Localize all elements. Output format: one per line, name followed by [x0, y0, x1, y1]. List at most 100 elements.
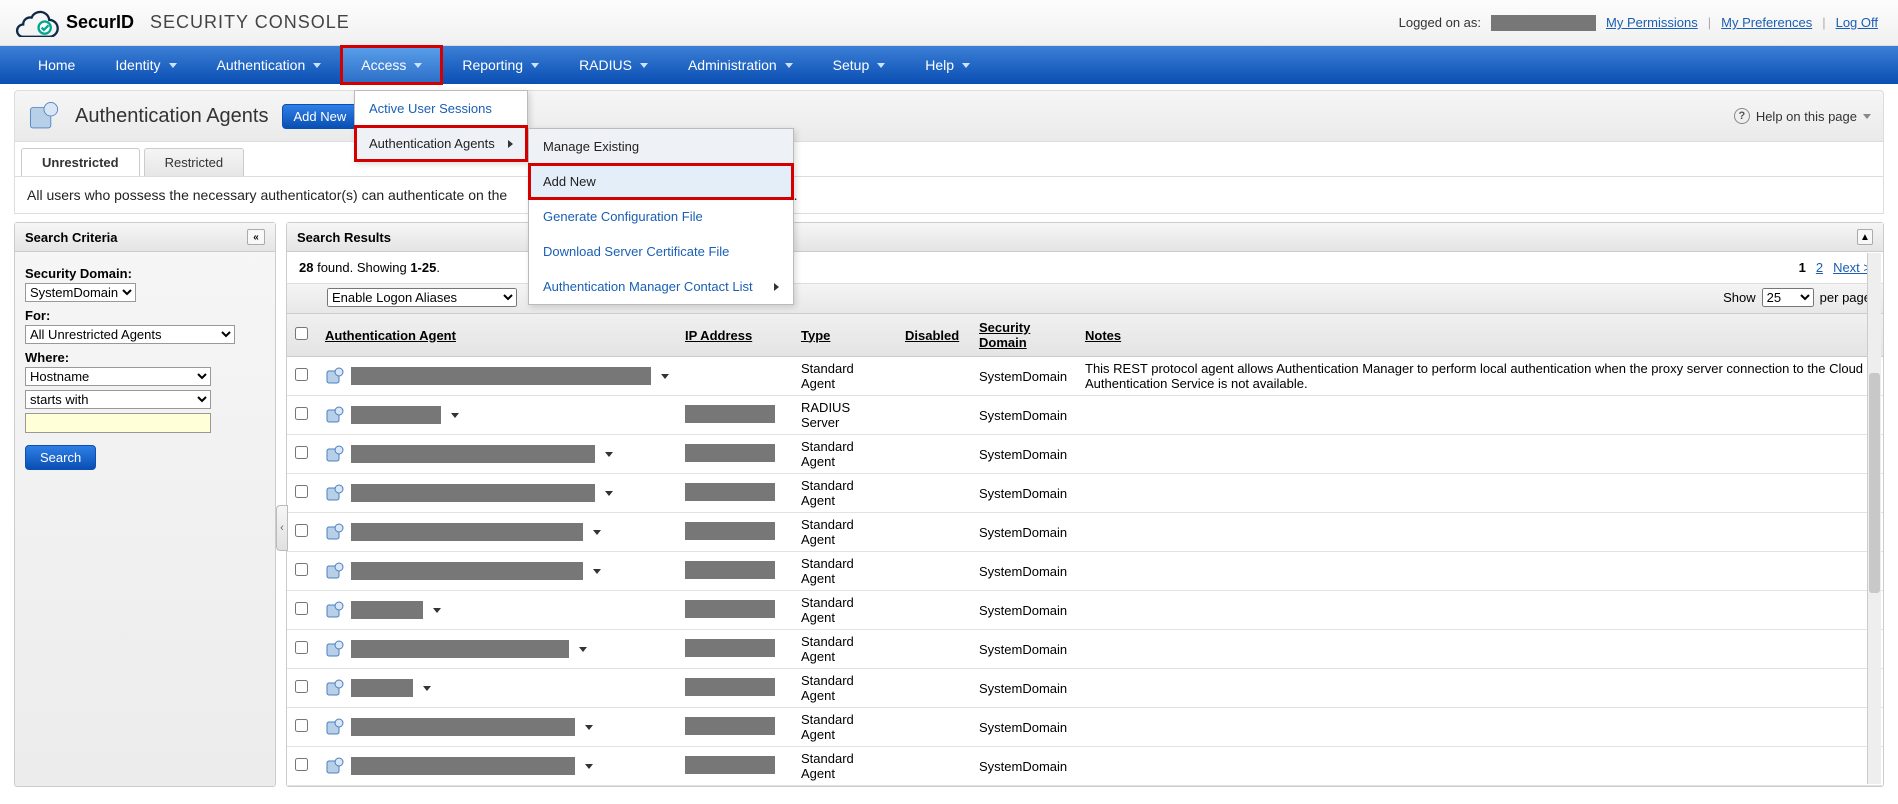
agent-icon: [325, 756, 345, 776]
col-disabled[interactable]: Disabled: [897, 314, 971, 357]
cell-notes: [1077, 708, 1883, 747]
cell-domain: SystemDomain: [971, 396, 1077, 435]
nav-help[interactable]: Help: [905, 46, 990, 84]
ip-redacted: [685, 405, 775, 423]
security-domain-select[interactable]: SystemDomain: [25, 283, 136, 302]
bulk-action-select[interactable]: Enable Logon Aliases: [327, 288, 517, 307]
panel-collapse-handle[interactable]: ‹: [276, 505, 288, 551]
row-checkbox[interactable]: [295, 758, 308, 771]
submenu-generate-config[interactable]: Generate Configuration File: [529, 199, 793, 234]
select-all-checkbox[interactable]: [295, 327, 308, 340]
row-menu-caret[interactable]: [593, 530, 601, 535]
row-menu-caret[interactable]: [593, 569, 601, 574]
cell-disabled: [897, 396, 971, 435]
row-checkbox[interactable]: [295, 446, 308, 459]
row-menu-caret[interactable]: [605, 491, 613, 496]
submenu-add-new[interactable]: Add New: [529, 164, 793, 199]
col-agent[interactable]: Authentication Agent: [317, 314, 677, 357]
row-menu-caret[interactable]: [661, 374, 669, 379]
row-checkbox[interactable]: [295, 524, 308, 537]
row-menu-caret[interactable]: [579, 647, 587, 652]
search-results-heading: Search Results: [297, 230, 391, 245]
row-checkbox[interactable]: [295, 407, 308, 420]
submenu-contact-list[interactable]: Authentication Manager Contact List: [529, 269, 793, 304]
col-ip[interactable]: IP Address: [677, 314, 793, 357]
collapse-sidebar-button[interactable]: «: [247, 229, 265, 245]
cell-type: Standard Agent: [793, 513, 897, 552]
my-preferences-link[interactable]: My Preferences: [1721, 15, 1812, 30]
cell-type: Standard Agent: [793, 474, 897, 513]
logged-user-redacted: [1491, 15, 1596, 31]
menu-active-user-sessions[interactable]: Active User Sessions: [355, 91, 527, 126]
menu-authentication-agents[interactable]: Authentication Agents: [355, 126, 527, 161]
ip-redacted: [685, 756, 775, 774]
cell-domain: SystemDomain: [971, 708, 1077, 747]
where-field-select[interactable]: Hostname: [25, 367, 211, 386]
row-checkbox[interactable]: [295, 563, 308, 576]
row-checkbox[interactable]: [295, 602, 308, 615]
for-select[interactable]: All Unrestricted Agents: [25, 325, 235, 344]
ip-redacted: [685, 522, 775, 540]
col-domain[interactable]: Security Domain: [971, 314, 1077, 357]
nav-reporting[interactable]: Reporting: [442, 46, 559, 84]
ip-redacted: [685, 678, 775, 696]
row-checkbox[interactable]: [295, 719, 308, 732]
scroll-up-button[interactable]: ▲: [1857, 229, 1873, 245]
log-off-link[interactable]: Log Off: [1836, 15, 1878, 30]
row-checkbox[interactable]: [295, 485, 308, 498]
main-nav: Home Identity Authentication Access Repo…: [0, 46, 1898, 84]
table-row: Standard Agent SystemDomain: [287, 591, 1883, 630]
security-domain-label: Security Domain:: [25, 266, 265, 281]
nav-setup[interactable]: Setup: [813, 46, 906, 84]
per-page-select[interactable]: 25: [1762, 288, 1814, 307]
agent-name-redacted: [351, 757, 575, 775]
submenu-manage-existing[interactable]: Manage Existing: [529, 129, 793, 164]
row-menu-caret[interactable]: [451, 413, 459, 418]
agent-name-redacted: [351, 562, 583, 580]
where-operator-select[interactable]: starts with: [25, 390, 211, 409]
cell-disabled: [897, 708, 971, 747]
search-button[interactable]: Search: [25, 445, 96, 470]
nav-identity[interactable]: Identity: [95, 46, 196, 84]
add-new-button[interactable]: Add New: [282, 104, 357, 129]
ip-redacted: [685, 483, 775, 501]
row-checkbox[interactable]: [295, 680, 308, 693]
row-checkbox[interactable]: [295, 368, 308, 381]
tab-restricted[interactable]: Restricted: [144, 148, 245, 176]
nav-access[interactable]: Access: [341, 46, 442, 84]
cell-notes: [1077, 552, 1883, 591]
submenu-download-cert[interactable]: Download Server Certificate File: [529, 234, 793, 269]
row-menu-caret[interactable]: [585, 764, 593, 769]
row-menu-caret[interactable]: [423, 686, 431, 691]
nav-administration[interactable]: Administration: [668, 46, 813, 84]
chevron-down-icon: [1863, 114, 1871, 119]
nav-home[interactable]: Home: [18, 46, 95, 84]
page-1[interactable]: 1: [1799, 260, 1806, 275]
nav-radius[interactable]: RADIUS: [559, 46, 668, 84]
table-row: Standard Agent SystemDomain: [287, 474, 1883, 513]
agent-icon: [325, 561, 345, 581]
page-next[interactable]: Next >: [1833, 260, 1871, 275]
tab-unrestricted[interactable]: Unrestricted: [21, 148, 140, 176]
col-type[interactable]: Type: [793, 314, 897, 357]
page-2[interactable]: 2: [1816, 260, 1823, 275]
agent-icon: [325, 444, 345, 464]
help-on-page[interactable]: ? Help on this page: [1734, 108, 1871, 124]
row-menu-caret[interactable]: [433, 608, 441, 613]
where-value-input[interactable]: [25, 413, 211, 433]
cell-disabled: [897, 552, 971, 591]
agent-icon: [325, 600, 345, 620]
row-menu-caret[interactable]: [605, 452, 613, 457]
nav-authentication[interactable]: Authentication: [197, 46, 342, 84]
agent-name-redacted: [351, 406, 441, 424]
col-notes[interactable]: Notes: [1077, 314, 1883, 357]
cell-disabled: [897, 630, 971, 669]
my-permissions-link[interactable]: My Permissions: [1606, 15, 1698, 30]
cell-disabled: [897, 747, 971, 786]
cell-type: Standard Agent: [793, 630, 897, 669]
results-scrollbar[interactable]: [1867, 253, 1881, 784]
row-menu-caret[interactable]: [585, 725, 593, 730]
tab-description: All users who possess the necessary auth…: [14, 177, 1884, 214]
row-checkbox[interactable]: [295, 641, 308, 654]
chevron-down-icon: [414, 63, 422, 68]
